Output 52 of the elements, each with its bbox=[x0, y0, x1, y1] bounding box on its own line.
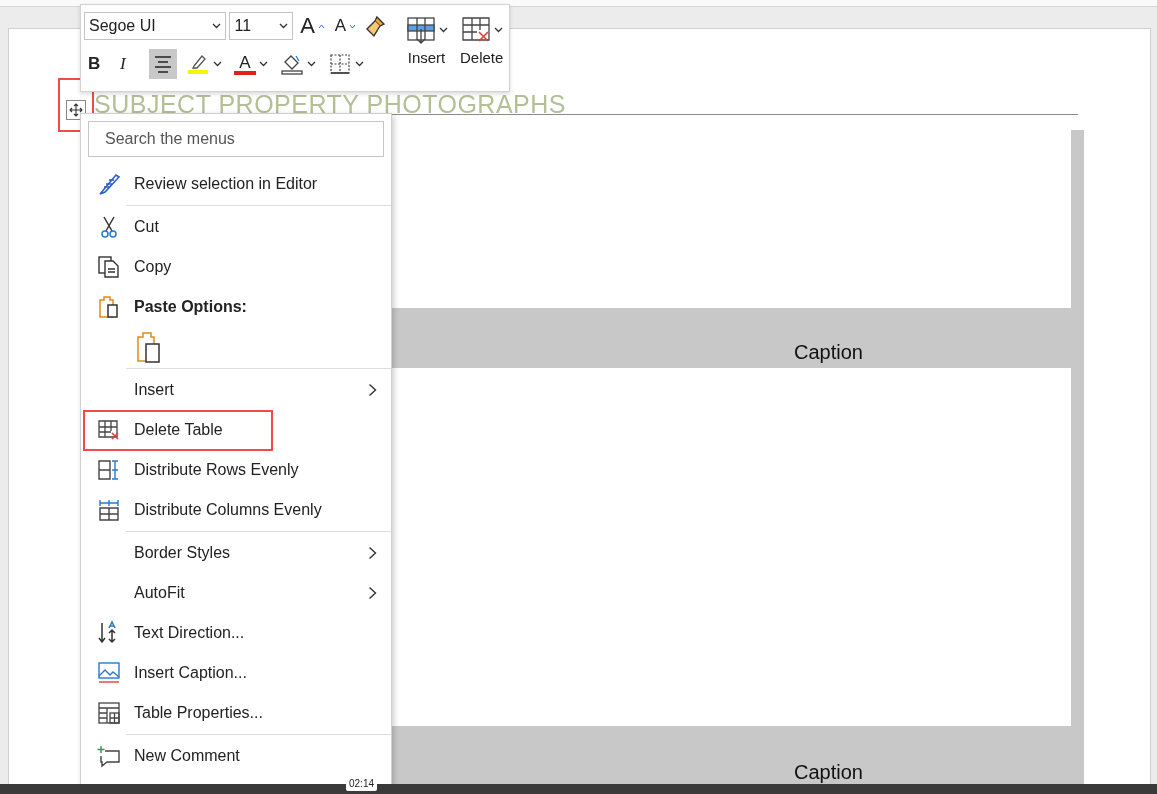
delete-button[interactable]: Delete bbox=[454, 11, 510, 85]
image-caption-icon bbox=[96, 660, 122, 686]
caret-up-icon bbox=[317, 23, 325, 29]
menu-item[interactable]: Text Direction... bbox=[81, 613, 391, 653]
menu-item[interactable]: New Comment bbox=[81, 736, 391, 776]
shrink-font-button[interactable]: A bbox=[331, 11, 360, 41]
font-name-field[interactable]: Segoe UI bbox=[84, 12, 227, 40]
caret-icon bbox=[494, 27, 504, 33]
font-size-field[interactable]: 11 bbox=[229, 12, 294, 40]
caret-icon bbox=[355, 61, 364, 67]
caption-text: Caption bbox=[794, 341, 863, 365]
chevron-right-icon bbox=[368, 586, 377, 600]
menu-heading: Paste Options: bbox=[134, 298, 248, 316]
caret-icon bbox=[279, 23, 289, 29]
menu-item[interactable]: Insert bbox=[81, 370, 391, 410]
comment-icon bbox=[96, 743, 122, 769]
center-align-button[interactable] bbox=[149, 49, 177, 79]
paintbrush-icon bbox=[363, 14, 387, 38]
caret-icon bbox=[259, 61, 268, 67]
font-color-button[interactable]: A bbox=[231, 49, 271, 79]
menu-item[interactable]: Border Styles bbox=[81, 533, 391, 573]
italic-button[interactable]: I bbox=[117, 49, 143, 79]
bold-button[interactable]: B bbox=[85, 49, 111, 79]
menu-item[interactable]: Review selection in Editor bbox=[81, 164, 391, 204]
caret-icon bbox=[439, 27, 448, 33]
table-move-handle[interactable] bbox=[66, 100, 86, 120]
distribute-columns-icon bbox=[96, 497, 122, 523]
caret-down-icon bbox=[349, 23, 357, 29]
caret-icon bbox=[213, 61, 222, 67]
table-properties-icon bbox=[96, 700, 122, 726]
pen-icon bbox=[96, 171, 122, 197]
move-icon bbox=[69, 103, 83, 117]
borders-icon bbox=[328, 52, 352, 76]
table-insert-icon bbox=[405, 15, 437, 45]
chevron-right-icon bbox=[368, 546, 377, 560]
menu-item[interactable]: Table Properties... bbox=[81, 693, 391, 733]
menu-item[interactable]: AutoFit bbox=[81, 573, 391, 613]
menu-item[interactable]: Distribute Columns Evenly bbox=[81, 490, 391, 530]
menu-item[interactable]: Insert Caption... bbox=[81, 653, 391, 693]
chevron-right-icon bbox=[368, 383, 377, 397]
caret-icon bbox=[307, 61, 316, 67]
menu-item[interactable]: Cut bbox=[81, 207, 391, 247]
grow-font-button[interactable]: A bbox=[297, 11, 328, 41]
insert-button[interactable]: Insert bbox=[399, 11, 454, 85]
search-field[interactable]: Search the menus bbox=[88, 121, 384, 157]
caret-icon bbox=[212, 23, 222, 29]
timestamp-label: 02:14 bbox=[346, 776, 378, 791]
menu-item[interactable]: Delete Table bbox=[81, 410, 391, 450]
menu-item[interactable]: Copy bbox=[81, 247, 391, 287]
copy-icon bbox=[96, 254, 122, 280]
caption-text: Caption bbox=[794, 761, 863, 785]
menu-item[interactable]: Distribute Rows Evenly bbox=[81, 450, 391, 490]
